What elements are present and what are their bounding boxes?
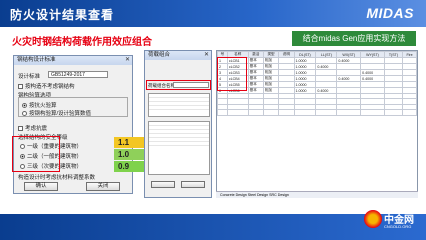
no-steel-option: 按构造不考虑钢结构 [18,82,75,90]
opt-design-check[interactable]: 按钢构验算/设计验算数值 [22,109,91,117]
no-steel-label: 按构造不考虑钢结构 [25,84,75,90]
load-combination-dialog: 荷载组合 ✕ 荷载组合名称 [144,50,212,198]
dialog2-cancel-button[interactable] [181,181,205,188]
table-row-empty[interactable] [217,109,417,116]
dialog2-ok-button[interactable] [151,181,175,188]
section-subtitle: 火灾时钢结构荷载作用效应组合 [12,37,152,48]
method-tag: 结合midas Gen应用实现方法 [292,31,416,46]
close-icon[interactable]: ✕ [204,51,209,60]
seismic-option[interactable]: 考虑抗震 [18,124,47,132]
header-bar: 防火设计结果查看 MIDAS [0,0,426,27]
list-row[interactable] [149,142,209,146]
load-combination-table: 号 名称 激活 类型 说明 DL(ST) LL(ST) WX(ST) WY(ST… [216,50,418,198]
factor-level-1: 1.1 [114,137,144,148]
seismic-label: 考虑抗震 [25,126,48,132]
highlight-box [217,57,247,91]
dialog-titlebar: 钢结构设计标准 ✕ [14,56,132,65]
dialog-title: 钢结构设计标准 [17,57,56,63]
highlight-box [146,80,211,90]
factor-level-3: 0.9 [114,161,144,172]
close-icon[interactable]: ✕ [125,56,130,65]
ok-button[interactable]: 确认 [24,182,58,191]
factor-level-2: 1.0 [114,149,144,160]
highlight-box [12,136,60,172]
design-tabs[interactable]: Concrete Design Steel Design SRC Design [216,191,418,198]
cngold-watermark: 中金网 CNGOLD.ORG [360,208,420,236]
dialog-titlebar: 荷载组合 ✕ [145,51,211,60]
list-row[interactable] [149,106,209,110]
radio[interactable] [22,103,27,109]
radio[interactable] [22,111,27,117]
design-standard-label: 设计标准 [18,74,41,80]
cngold-logo-icon [364,210,382,228]
combo-list-top[interactable] [148,93,210,117]
adjust-note: 构造设计时考虑抗材料调整系数 [18,175,96,181]
steel-design-dialog: 钢结构设计标准 ✕ 设计标准 GB51249-2017 按构造不考虑钢结构 钢构… [12,55,144,194]
opt-fire-check[interactable]: 按抗火验算 [22,101,57,109]
slide: 防火设计结果查看 MIDAS 火灾时钢结构荷载作用效应组合 结合midas Ge… [0,0,426,240]
check-options-group: 按抗火验算 按钢构验算/设计验算数值 [18,97,128,117]
checkbox[interactable] [18,126,23,132]
page-title: 防火设计结果查看 [10,8,115,22]
checkbox[interactable] [18,84,23,90]
combo-list-bottom[interactable] [148,121,210,175]
opt-design-label: 按钢构验算/设计验算数值 [29,111,92,117]
close-button[interactable]: 关闭 [86,182,120,191]
brand-en: CNGOLD.ORG [384,224,412,229]
midas-logo: MIDAS [366,5,414,21]
dialog-title: 荷载组合 [148,52,171,58]
design-standard-select[interactable]: GB51249-2017 [48,71,108,78]
